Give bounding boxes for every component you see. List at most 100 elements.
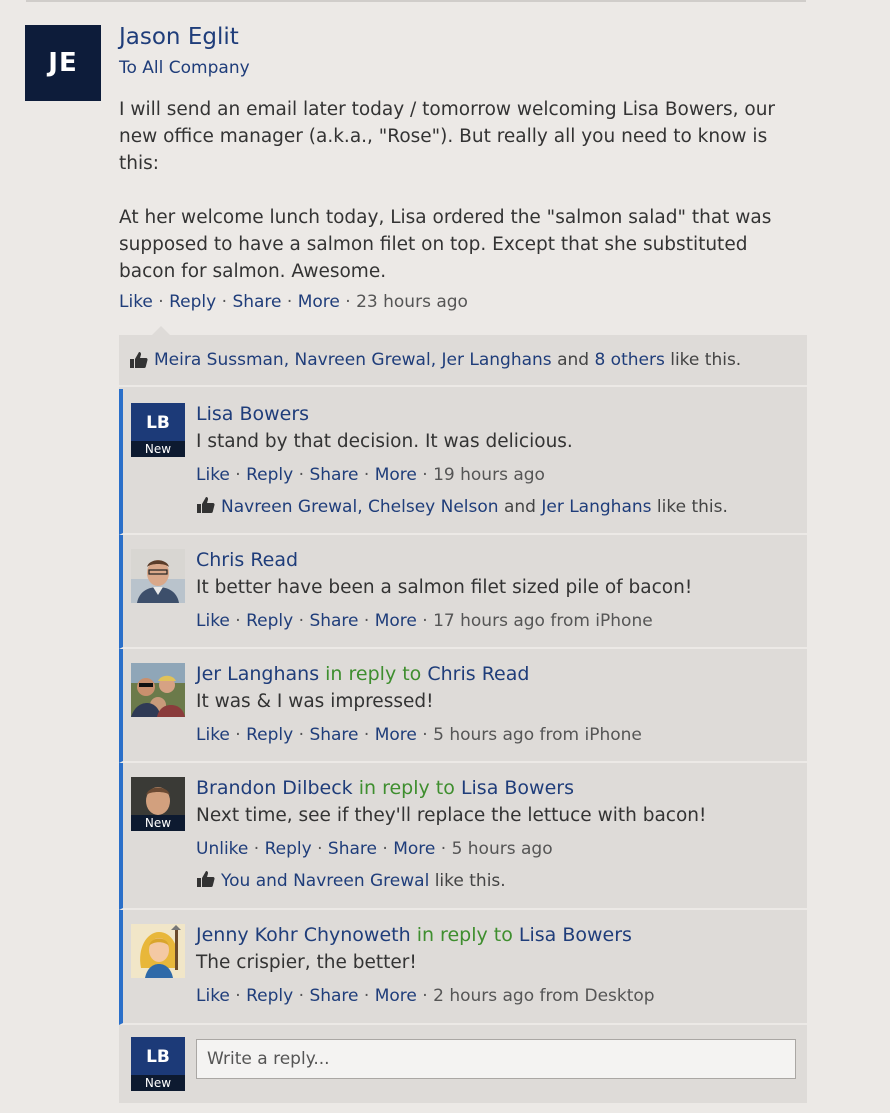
thumbs-up-icon <box>129 351 149 369</box>
share-link[interactable]: Share <box>309 725 358 745</box>
author-avatar[interactable]: JE <box>25 25 101 101</box>
avatar-initials: LB <box>146 413 170 433</box>
person-photo-icon <box>131 549 185 603</box>
reply-timestamp: 17 hours ago from iPhone <box>433 611 653 631</box>
likers-link[interactable]: Meira Sussman, Navreen Grewal, Jer Langh… <box>154 350 552 370</box>
likes-suffix: like this. <box>434 871 506 891</box>
reply-author-line: Jer Langhans in reply to Chris Read <box>196 663 529 685</box>
reply-actions: Like · Reply · Share · More · 2 hours ag… <box>196 986 655 1006</box>
reply-author-link[interactable]: Jer Langhans <box>196 663 319 685</box>
reply-avatar[interactable] <box>131 663 185 717</box>
reply-actions: Like · Reply · Share · More · 5 hours ag… <box>196 725 642 745</box>
reply-item: Chris Read It better have been a salmon … <box>119 535 807 649</box>
share-link[interactable]: Share <box>232 292 281 312</box>
new-badge: New <box>131 441 185 457</box>
unlike-link[interactable]: Unlike <box>196 839 248 859</box>
like-link[interactable]: Like <box>196 725 230 745</box>
avatar-initials: LB <box>146 1047 170 1067</box>
reply-link[interactable]: Reply <box>246 611 293 631</box>
top-divider <box>26 0 806 2</box>
in-reply-label: in reply to <box>325 663 422 685</box>
post-timestamp: 23 hours ago <box>356 292 468 312</box>
reply-author-link[interactable]: Jenny Kohr Chynoweth <box>196 924 411 946</box>
reply-thread: Meira Sussman, Navreen Grewal, Jer Langh… <box>119 335 807 1103</box>
thumbs-up-icon <box>196 496 216 514</box>
reply-to-link[interactable]: Lisa Bowers <box>519 924 632 946</box>
reply-avatar[interactable]: New <box>131 777 185 831</box>
avatar-initials: JE <box>48 48 78 78</box>
likes-suffix: like this. <box>670 350 742 370</box>
more-link[interactable]: More <box>375 986 417 1006</box>
reply-avatar[interactable]: LB New <box>131 403 185 457</box>
more-link[interactable]: More <box>375 725 417 745</box>
share-link[interactable]: Share <box>328 839 377 859</box>
like-link[interactable]: Like <box>196 986 230 1006</box>
reply-link[interactable]: Reply <box>169 292 216 312</box>
share-link[interactable]: Share <box>309 611 358 631</box>
reply-avatar[interactable] <box>131 924 185 978</box>
reply-likes-summary: Navreen Grewal, Chelsey Nelson and Jer L… <box>196 496 728 517</box>
reply-text: The crispier, the better! <box>196 952 417 973</box>
reply-timestamp: 5 hours ago from iPhone <box>433 725 642 745</box>
post-paragraph: I will send an email later today / tomor… <box>119 99 776 174</box>
likes-suffix: like this. <box>656 497 728 517</box>
likers-link[interactable]: You and Navreen Grewal <box>221 871 429 891</box>
reply-author-line: Chris Read <box>196 549 298 571</box>
reply-link[interactable]: Reply <box>246 465 293 485</box>
reply-input[interactable] <box>196 1039 796 1079</box>
reply-timestamp: 5 hours ago <box>451 839 553 859</box>
likes-and: and <box>557 350 590 370</box>
in-reply-label: in reply to <box>416 924 513 946</box>
like-link[interactable]: Like <box>196 611 230 631</box>
current-user-avatar[interactable]: LB New <box>131 1037 185 1091</box>
more-link[interactable]: More <box>298 292 340 312</box>
likers-link[interactable]: Navreen Grewal, Chelsey Nelson <box>221 497 499 517</box>
reply-composer: LB New <box>119 1025 807 1103</box>
likers-link[interactable]: Jer Langhans <box>541 497 651 517</box>
reply-timestamp: 2 hours ago from Desktop <box>433 986 655 1006</box>
like-link[interactable]: Like <box>119 292 153 312</box>
reply-author-line: Lisa Bowers <box>196 403 309 425</box>
reply-to-link[interactable]: Lisa Bowers <box>461 777 574 799</box>
thread-caret <box>152 326 170 335</box>
reply-timestamp: 19 hours ago <box>433 465 545 485</box>
new-badge: New <box>131 1075 185 1091</box>
reply-actions: Like · Reply · Share · More · 19 hours a… <box>196 465 545 485</box>
post-author-link[interactable]: Jason Eglit <box>119 24 239 50</box>
reply-item: LB New Lisa Bowers I stand by that decis… <box>119 389 807 535</box>
reply-item: Jenny Kohr Chynoweth in reply to Lisa Bo… <box>119 910 807 1025</box>
reply-text: It better have been a salmon filet sized… <box>196 577 693 598</box>
reply-author-link[interactable]: Chris Read <box>196 549 298 571</box>
share-link[interactable]: Share <box>309 465 358 485</box>
post-likes-summary: Meira Sussman, Navreen Grewal, Jer Langh… <box>119 335 807 387</box>
in-reply-label: in reply to <box>358 777 455 799</box>
cartoon-avatar-icon <box>131 924 185 978</box>
share-link[interactable]: Share <box>309 986 358 1006</box>
post-actions: Like · Reply · Share · More · 23 hours a… <box>119 292 468 312</box>
reply-likes-summary: You and Navreen Grewal like this. <box>196 870 506 891</box>
like-link[interactable]: Like <box>196 465 230 485</box>
likes-and: and <box>503 497 536 517</box>
reply-author-link[interactable]: Brandon Dilbeck <box>196 777 353 799</box>
reply-author-line: Jenny Kohr Chynoweth in reply to Lisa Bo… <box>196 924 632 946</box>
thumbs-up-icon <box>196 870 216 888</box>
reply-avatar[interactable] <box>131 549 185 603</box>
reply-text: Next time, see if they'll replace the le… <box>196 805 707 826</box>
reply-text: I stand by that decision. It was delicio… <box>196 431 573 452</box>
reply-actions: Unlike · Reply · Share · More · 5 hours … <box>196 839 553 859</box>
likes-others-link[interactable]: 8 others <box>594 350 664 370</box>
reply-to-link[interactable]: Chris Read <box>427 663 529 685</box>
reply-text: It was & I was impressed! <box>196 691 434 712</box>
more-link[interactable]: More <box>375 465 417 485</box>
post-paragraph: At her welcome lunch today, Lisa ordered… <box>119 207 772 282</box>
more-link[interactable]: More <box>375 611 417 631</box>
reply-link[interactable]: Reply <box>246 725 293 745</box>
reply-item: Jer Langhans in reply to Chris Read It w… <box>119 649 807 763</box>
reply-link[interactable]: Reply <box>265 839 312 859</box>
post-audience-link[interactable]: To All Company <box>119 58 250 78</box>
reply-link[interactable]: Reply <box>246 986 293 1006</box>
post-body: I will send an email later today / tomor… <box>119 96 809 285</box>
reply-author-line: Brandon Dilbeck in reply to Lisa Bowers <box>196 777 574 799</box>
more-link[interactable]: More <box>393 839 435 859</box>
reply-author-link[interactable]: Lisa Bowers <box>196 403 309 425</box>
